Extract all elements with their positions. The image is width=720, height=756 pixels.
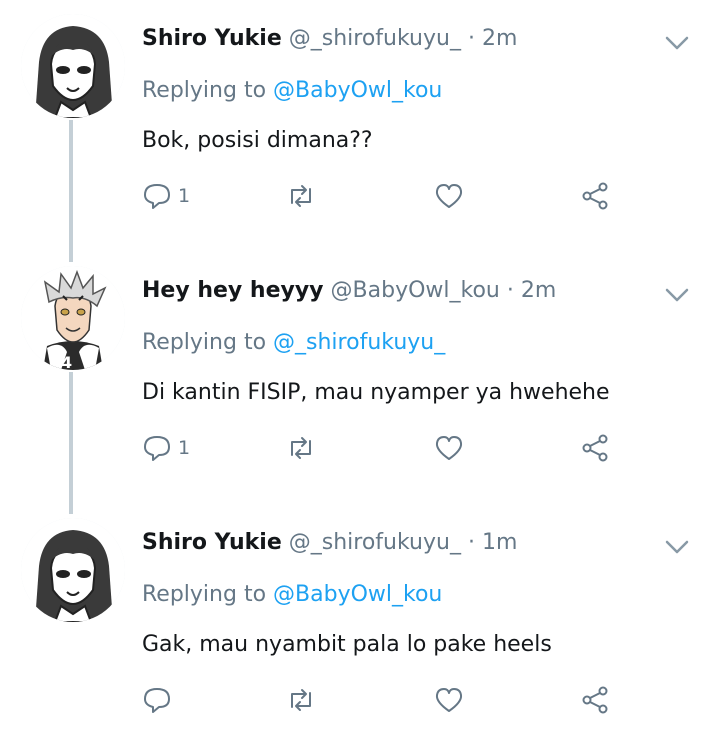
replying-to: Replying to @_shirofukuyu_ [142,330,445,355]
chevron-down-icon[interactable] [662,280,692,310]
replying-to: Replying to @BabyOwl_kou [142,582,442,607]
tweet-text: Di kantin FISIP, mau nyamper ya hwehehe [142,380,610,405]
share-button[interactable] [580,430,610,466]
display-name[interactable]: Shiro Yukie [142,530,282,555]
retweet-icon [291,437,311,459]
boy-avatar[interactable]: 4 [21,266,125,370]
reply-count: 1 [178,185,191,207]
svg-text:4: 4 [61,353,72,370]
share-icon [582,182,608,210]
girl-avatar[interactable] [21,14,125,118]
replying-to-label: Replying to [142,582,267,607]
reply-count: 1 [178,437,191,459]
retweet-button[interactable] [286,178,316,214]
girl-avatar[interactable] [21,518,125,622]
tweet-header: Hey hey heyyy @BabyOwl_kou · 2m [142,278,556,303]
user-handle[interactable]: @BabyOwl_kou [331,278,500,303]
tweet-text: Gak, mau nyambit pala lo pake heels [142,632,552,657]
heart-icon [435,184,463,208]
heart-icon [435,688,463,712]
mention-link[interactable]: @BabyOwl_kou [273,78,442,103]
replying-to-label: Replying to [142,78,267,103]
retweet-button[interactable] [286,430,316,466]
action-bar: 1 [142,430,622,466]
separator-dot: · [467,530,475,555]
share-icon [582,434,608,462]
reply-button[interactable]: 1 [142,178,190,214]
tweet-header: Shiro Yukie @_shirofukuyu_ · 1m [142,530,517,555]
chevron-down-icon[interactable] [662,532,692,562]
display-name[interactable]: Shiro Yukie [142,26,282,51]
replying-to-label: Replying to [142,330,267,355]
mention-link[interactable]: @_shirofukuyu_ [273,330,445,355]
retweet-icon [291,689,311,711]
retweet-button[interactable] [286,682,316,718]
heart-icon [435,436,463,460]
like-button[interactable] [434,430,464,466]
timestamp[interactable]: 2m [521,278,556,303]
share-icon [582,686,608,714]
action-bar [142,682,622,718]
replying-to: Replying to @BabyOwl_kou [142,78,442,103]
tweet-header: Shiro Yukie @_shirofukuyu_ · 2m [142,26,517,51]
tweet-text: Bok, posisi dimana?? [142,128,373,153]
reply-button[interactable] [142,682,178,718]
like-button[interactable] [434,178,464,214]
reply-icon [144,184,170,209]
share-button[interactable] [580,178,610,214]
like-button[interactable] [434,682,464,718]
user-handle[interactable]: @_shirofukuyu_ [289,26,461,51]
timestamp[interactable]: 1m [482,530,517,555]
timestamp[interactable]: 2m [482,26,517,51]
user-handle[interactable]: @_shirofukuyu_ [289,530,461,555]
separator-dot: · [467,26,475,51]
tweet[interactable]: Shiro Yukie @_shirofukuyu_ · 2m Replying… [0,0,720,252]
chevron-down-icon[interactable] [662,28,692,58]
reply-button[interactable]: 1 [142,430,190,466]
action-bar: 1 [142,178,622,214]
tweet[interactable]: Shiro Yukie @_shirofukuyu_ · 1m Replying… [0,504,720,756]
separator-dot: · [506,278,514,303]
reply-icon [144,688,170,713]
display-name[interactable]: Hey hey heyyy [142,278,324,303]
tweet[interactable]: 4 Hey hey heyyy @BabyOwl_kou · 2m Replyi… [0,252,720,504]
retweet-icon [291,185,311,207]
mention-link[interactable]: @BabyOwl_kou [273,582,442,607]
share-button[interactable] [580,682,610,718]
reply-icon [144,436,170,461]
